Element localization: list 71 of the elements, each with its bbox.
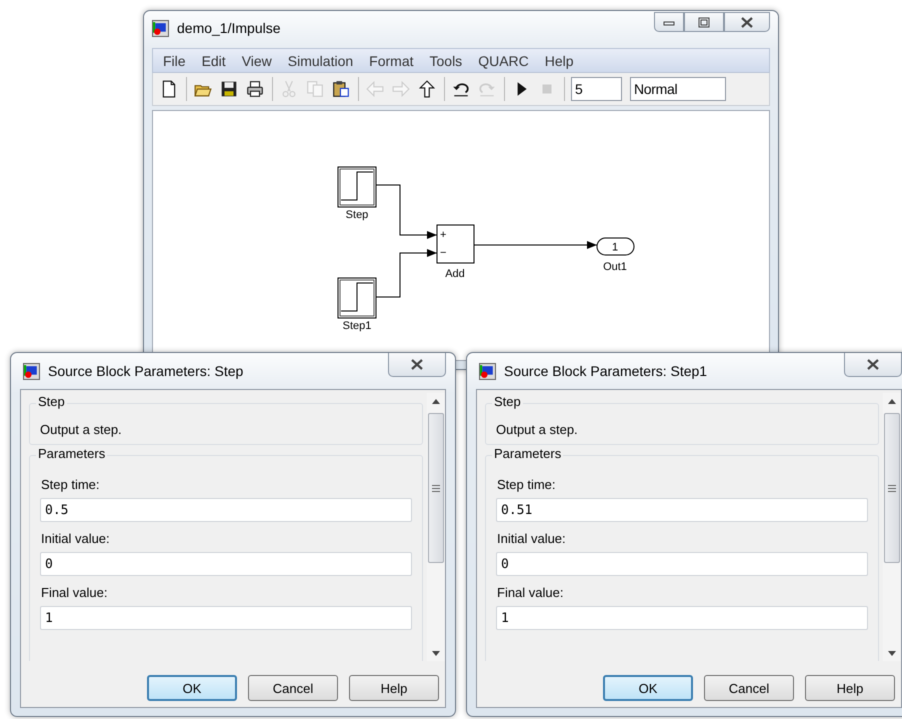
close-icon [866, 359, 880, 370]
group-title: Step [492, 394, 523, 409]
block-description: Output a step. [40, 422, 123, 437]
input-field[interactable]: 0.51 [496, 498, 868, 522]
field-label: Step time: [497, 477, 557, 492]
restore-icon [697, 16, 711, 28]
group-title: Parameters [492, 446, 564, 461]
block-label: Step1 [342, 320, 372, 332]
window-title: demo_1/Impulse [177, 20, 282, 36]
dialog-button[interactable]: Cancel [704, 675, 794, 701]
simulation-mode-dropdown[interactable]: Normal [630, 77, 726, 101]
input-field[interactable]: 1 [496, 606, 868, 630]
menu-item[interactable]: Simulation [280, 52, 362, 68]
outport-block[interactable]: 1 [596, 238, 634, 256]
dialog-button[interactable]: OK [147, 675, 237, 701]
close-button[interactable] [724, 12, 770, 32]
close-icon [740, 16, 754, 28]
field-label: Initial value: [497, 531, 567, 546]
input-field[interactable]: 0 [40, 552, 412, 576]
scrollbar[interactable] [427, 393, 445, 661]
close-button[interactable] [388, 353, 446, 377]
grip-icon [432, 484, 440, 492]
minimize-button[interactable] [654, 12, 684, 32]
field-label: Final value: [41, 585, 108, 600]
close-button[interactable] [844, 353, 902, 377]
input-field[interactable]: 0 [496, 552, 868, 576]
dialog-button[interactable]: Help [349, 675, 439, 701]
stop-time-field[interactable]: 5 [571, 77, 622, 101]
menu-item[interactable]: Help [536, 52, 582, 68]
maximize-button[interactable] [684, 12, 724, 32]
menu-item[interactable]: Format [361, 52, 422, 68]
group-title: Step [36, 394, 67, 409]
input-field[interactable]: 0.5 [40, 498, 412, 522]
field-label: Final value: [497, 585, 564, 600]
field-label: Initial value: [41, 531, 111, 546]
input-field[interactable]: 1 [40, 606, 412, 630]
menu-item[interactable]: View [234, 52, 280, 68]
signal-line [376, 184, 438, 239]
scroll-thumb[interactable] [428, 413, 444, 563]
signal-line [376, 249, 438, 298]
menu-item[interactable]: Edit [194, 52, 234, 68]
app-icon [479, 362, 496, 380]
scrollbar[interactable] [883, 393, 901, 661]
dialog-title: Source Block Parameters: Step [48, 363, 244, 379]
dialog-title: Source Block Parameters: Step1 [504, 363, 708, 379]
grip-icon [888, 484, 896, 492]
field-label: Step time: [41, 477, 101, 492]
dialog-button[interactable]: Cancel [248, 675, 338, 701]
floppy-disk-icon[interactable] [219, 79, 239, 99]
menu-item[interactable]: Tools [422, 52, 470, 68]
menu-item[interactable]: QUARC [470, 52, 537, 68]
app-icon [152, 20, 169, 36]
scroll-thumb[interactable] [884, 413, 900, 563]
step-block[interactable] [338, 166, 376, 208]
up-arrow-icon[interactable] [417, 79, 437, 99]
sign-label: − [440, 247, 446, 259]
block-label: Step [346, 209, 368, 221]
sum-block[interactable] [436, 224, 474, 264]
sign-label: + [440, 229, 446, 241]
menu-item[interactable]: File [155, 52, 194, 68]
group-title: Parameters [36, 446, 108, 461]
step-block[interactable] [338, 278, 376, 318]
printer-icon[interactable] [245, 79, 265, 99]
block-description: Output a step. [496, 422, 579, 437]
clipboard-icon[interactable] [331, 79, 351, 99]
dialog-button[interactable]: Help [805, 675, 895, 701]
block-label: Add [445, 268, 465, 280]
block-label: Out1 [603, 261, 627, 273]
close-icon [410, 359, 424, 370]
app-icon [23, 362, 40, 380]
dialog-button[interactable]: OK [603, 675, 693, 701]
